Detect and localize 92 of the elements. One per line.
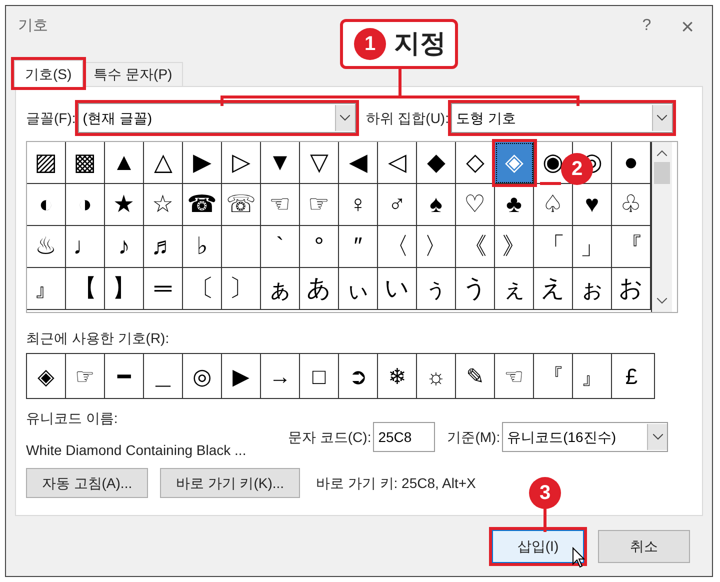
symbol-cell[interactable]: ═ (144, 268, 183, 310)
symbol-cell[interactable]: ▶ (183, 142, 222, 184)
callout-label: 지정 (394, 27, 446, 60)
symbol-cell[interactable]: ☜ (261, 184, 300, 226)
symbol-cell[interactable]: 【 (66, 268, 105, 310)
symbol-cell[interactable]: 』 (27, 268, 66, 310)
symbol-cell[interactable]: ☞ (300, 184, 339, 226)
symbol-cell[interactable]: 「 (534, 226, 573, 268)
symbol-cell[interactable]: ▩ (66, 142, 105, 184)
symbol-cell[interactable]: ▽ (300, 142, 339, 184)
scrollbar[interactable] (652, 142, 672, 312)
symbol-cell[interactable]: ♡ (456, 184, 495, 226)
autocorrect-button[interactable]: 자동 고침(A)... (26, 468, 148, 498)
from-dropdown[interactable]: 유니코드(16진수) (502, 422, 668, 452)
subset-label: 하위 집합(U): (366, 108, 449, 128)
symbol-cell[interactable]: う (456, 268, 495, 310)
symbol-cell[interactable]: ★ (105, 184, 144, 226)
symbol-cell[interactable]: ♨ (27, 226, 66, 268)
cancel-button[interactable]: 취소 (598, 530, 690, 563)
symbol-cell[interactable]: ◈ (495, 142, 534, 184)
symbol-cell[interactable]: ◆ (417, 142, 456, 184)
symbol-cell[interactable]: ☆ (144, 184, 183, 226)
chevron-icon (647, 424, 668, 450)
insert-button[interactable]: 삽입(I) (492, 530, 584, 563)
symbol-cell[interactable]: ♠ (417, 184, 456, 226)
symbol-cell[interactable]: 〕 (222, 268, 261, 310)
symbol-cell[interactable]: お (612, 268, 651, 310)
symbol-cell[interactable]: ♥ (573, 184, 612, 226)
scroll-up-icon[interactable] (657, 150, 667, 156)
scroll-thumb[interactable] (654, 162, 670, 184)
symbol-cell[interactable]: 》 (495, 226, 534, 268)
symbol-cell[interactable]: ぉ (573, 268, 612, 310)
symbol-cell[interactable]: ぅ (417, 268, 456, 310)
symbol-cell[interactable]: ◀ (339, 142, 378, 184)
scroll-down-icon[interactable] (657, 298, 667, 304)
symbol-cell[interactable]: ♂ (378, 184, 417, 226)
symbol-cell[interactable]: ◇ (456, 142, 495, 184)
tab[interactable]: 기호(S) (14, 60, 83, 87)
subset-dropdown[interactable]: 도형 기호 (450, 103, 673, 133)
leader-line (543, 508, 547, 532)
symbol-cell[interactable] (222, 226, 261, 268)
symbol-cell[interactable]: △ (144, 142, 183, 184)
symbol-cell[interactable]: ☎ (183, 184, 222, 226)
symbol-cell[interactable]: 〈 (378, 226, 417, 268)
symbol-cell[interactable]: い (378, 268, 417, 310)
symbol-cell[interactable]: ♪ (105, 226, 144, 268)
symbol-cell[interactable]: ▲ (105, 142, 144, 184)
unicode-name: White Diamond Containing Black ... (26, 441, 248, 459)
symbol-cell[interactable]: 】 (105, 268, 144, 310)
symbol-cell[interactable]: ◐ (27, 184, 66, 226)
unicode-name-label: 유니코드 이름: (26, 409, 119, 427)
symbol-cell[interactable]: ● (612, 142, 651, 184)
help-button[interactable]: ? (642, 14, 652, 38)
mouse-pointer-icon (572, 547, 586, 569)
character-code-label: 문자 코드(C): (288, 428, 372, 447)
symbol-cell[interactable]: ♣ (495, 184, 534, 226)
window-title: 기호 (18, 16, 48, 36)
shortcut-key-text: 바로 가기 키: 25C8, Alt+X (316, 474, 476, 492)
symbol-cell[interactable]: 《 (456, 226, 495, 268)
symbol-cell[interactable]: 〔 (183, 268, 222, 310)
symbol-cell[interactable]: ぁ (261, 268, 300, 310)
symbol-cell[interactable]: ♭ (183, 226, 222, 268)
symbol-cell[interactable]: ◑ (66, 184, 105, 226)
symbol-cell[interactable]: ♩ (66, 226, 105, 268)
symbol-cell[interactable]: 」 (573, 226, 612, 268)
recent-symbols-label: 최근에 사용한 기호(R): (26, 329, 170, 347)
symbol-cell[interactable]: ♀ (339, 184, 378, 226)
symbol-cell[interactable]: ぇ (495, 268, 534, 310)
close-button[interactable]: × (681, 10, 694, 42)
symbol-cell[interactable]: ◁ (378, 142, 417, 184)
symbol-cell[interactable]: 〉 (417, 226, 456, 268)
symbol-cell[interactable]: ♧ (612, 184, 651, 226)
symbol-cell[interactable]: ♤ (534, 184, 573, 226)
symbol-cell[interactable]: 『 (612, 226, 651, 268)
symbol-cell[interactable]: ▼ (261, 142, 300, 184)
symbol-cell[interactable]: ▨ (27, 142, 66, 184)
font-dropdown[interactable]: (현재 글꼴) (78, 103, 356, 133)
chevron-icon (652, 105, 672, 131)
symbol-cell[interactable]: ♬ (144, 226, 183, 268)
shortcut-key-button[interactable]: 바로 가기 키(K)... (160, 468, 300, 498)
font-label: 글꼴(F): (26, 108, 76, 128)
symbol-cell[interactable]: あ (300, 268, 339, 310)
symbol-cell[interactable]: ☏ (222, 184, 261, 226)
symbol-cell[interactable]: ° (300, 226, 339, 268)
from-label: 기준(M): (447, 428, 500, 447)
symbol-cell[interactable]: ▷ (222, 142, 261, 184)
character-code-field[interactable]: 25C8 (373, 422, 436, 452)
symbol-cell[interactable]: ` (261, 226, 300, 268)
symbol-cell[interactable]: ぃ (339, 268, 378, 310)
chevron-icon (334, 105, 355, 131)
symbol-cell[interactable]: ″ (339, 226, 378, 268)
symbol-cell[interactable]: え (534, 268, 573, 310)
